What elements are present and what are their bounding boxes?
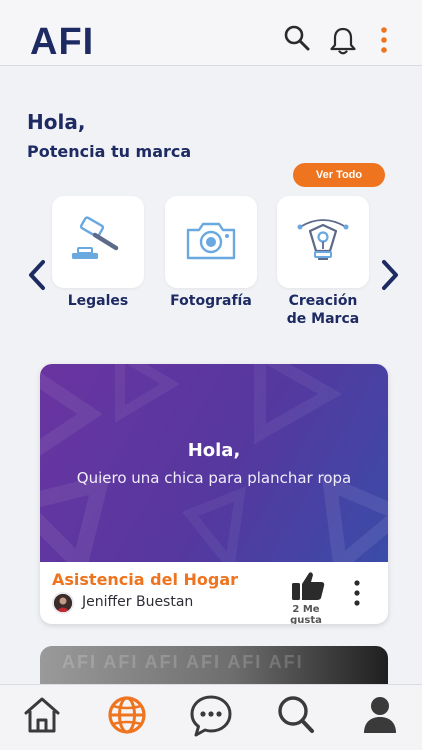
profile-icon[interactable] xyxy=(360,693,400,741)
more-options-icon[interactable] xyxy=(378,26,390,60)
post-category[interactable]: Asistencia del Hogar xyxy=(52,570,238,589)
post-author[interactable]: Jeniffer Buestan xyxy=(82,594,193,610)
bottom-nav xyxy=(0,684,422,750)
globe-icon[interactable] xyxy=(106,693,148,741)
greeting-title: Hola, xyxy=(27,110,86,134)
chevron-left-icon[interactable] xyxy=(27,259,47,295)
pen-tool-icon xyxy=(296,213,350,271)
post-message: Quiero una chica para planchar ropa xyxy=(76,469,352,487)
category-fotografia[interactable]: Fotografía xyxy=(165,196,257,310)
home-icon[interactable] xyxy=(22,693,62,741)
search-icon[interactable] xyxy=(283,24,311,56)
greeting-subtitle: Potencia tu marca xyxy=(27,142,192,161)
category-creacion-de-marca[interactable]: Creación de Marca xyxy=(277,196,369,328)
app-header: AFI xyxy=(0,0,422,66)
category-legales[interactable]: Legales xyxy=(52,196,144,310)
thumbs-up-icon[interactable] xyxy=(290,570,326,606)
ver-todo-button[interactable]: Ver Todo xyxy=(293,163,385,187)
likes-count: 2 Me gusta xyxy=(290,604,322,624)
more-options-icon[interactable] xyxy=(352,580,362,610)
category-card[interactable] xyxy=(277,196,369,288)
category-card[interactable] xyxy=(165,196,257,288)
camera-icon xyxy=(184,218,238,266)
post-banner: Hola, Quiero una chica para planchar rop… xyxy=(40,364,388,562)
post-watermark: AFI AFI AFI AFI AFI AFI xyxy=(62,652,304,672)
avatar[interactable] xyxy=(52,592,74,614)
app-logo: AFI xyxy=(30,21,95,63)
chat-icon[interactable] xyxy=(188,693,234,743)
gavel-icon xyxy=(68,215,128,269)
category-label: Legales xyxy=(67,293,129,309)
category-label: Fotografía xyxy=(170,293,252,309)
chevron-right-icon[interactable] xyxy=(380,259,400,295)
category-label: Creación de Marca xyxy=(286,293,360,327)
category-card[interactable] xyxy=(52,196,144,288)
search-icon[interactable] xyxy=(275,693,317,741)
bell-icon[interactable] xyxy=(328,26,358,60)
post-greeting: Hola, xyxy=(187,440,241,461)
post-card[interactable]: Hola, Quiero una chica para planchar rop… xyxy=(40,364,388,624)
